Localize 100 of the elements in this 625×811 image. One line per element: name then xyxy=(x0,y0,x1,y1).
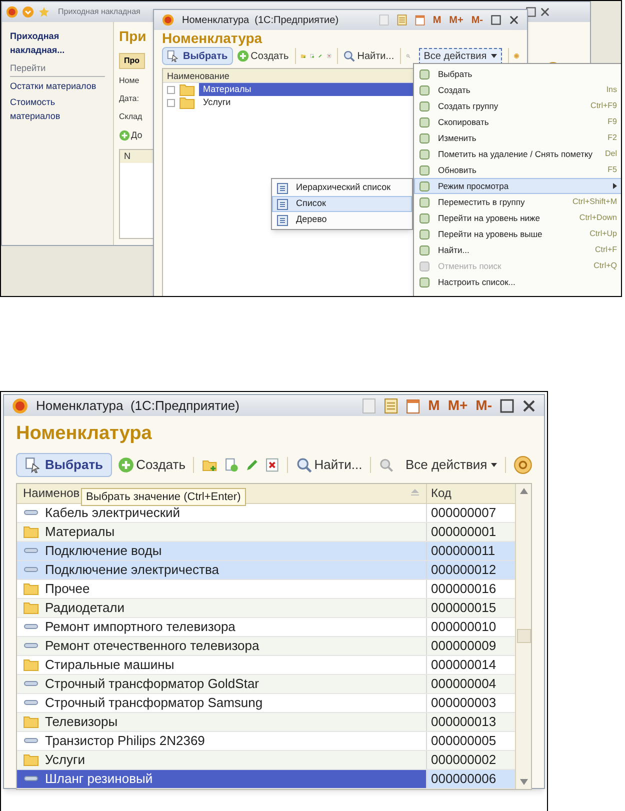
menu-item-icon xyxy=(419,84,430,96)
document-icon[interactable] xyxy=(378,14,389,26)
document-icon[interactable] xyxy=(362,398,376,414)
menu-item-icon xyxy=(419,68,430,80)
scrollbar[interactable] xyxy=(515,484,531,788)
memory-button[interactable]: M+ xyxy=(449,12,464,28)
star-icon[interactable] xyxy=(38,6,50,18)
plus-icon xyxy=(236,50,249,62)
table-row[interactable]: Материалы xyxy=(17,522,427,540)
submenu-item[interactable]: Иерархический список xyxy=(272,180,412,196)
calendar-icon[interactable] xyxy=(414,14,425,26)
table-cell: 000000015 xyxy=(427,598,515,616)
menu-item[interactable]: Обновить F5 xyxy=(414,162,621,178)
table-row[interactable]: Телевизоры xyxy=(17,712,427,730)
menu-item[interactable]: Пометить на удаление / Снять пометку Del xyxy=(414,146,621,162)
find-button[interactable]: Найти... xyxy=(296,454,362,474)
search-icon xyxy=(343,50,356,62)
list-icon xyxy=(277,214,288,226)
sidebar-link[interactable]: Остатки материалов xyxy=(10,80,105,93)
close-icon[interactable] xyxy=(540,7,550,17)
post-button[interactable]: Про xyxy=(119,53,145,69)
app-logo-icon xyxy=(6,6,18,18)
select-icon xyxy=(167,50,179,62)
memory-button[interactable]: M- xyxy=(471,12,483,28)
submenu-item[interactable]: Список xyxy=(272,196,412,212)
create-button[interactable]: Создать xyxy=(118,454,186,474)
menu-item-icon xyxy=(419,212,430,224)
find-button[interactable]: Найти... xyxy=(343,48,394,64)
item-icon xyxy=(24,700,38,705)
folder-icon xyxy=(23,525,39,538)
column-header[interactable]: Код xyxy=(427,484,515,502)
add-button[interactable]: До xyxy=(119,129,142,142)
form-heading: Номенклатура xyxy=(15,422,153,446)
menu-item[interactable]: Изменить F2 xyxy=(414,130,621,146)
menu-item[interactable]: Переместить в группу Ctrl+Shift+M xyxy=(414,194,621,210)
submenu-item[interactable]: Дерево xyxy=(272,212,412,228)
window-title: Номенклатура (1С:Предприятие) xyxy=(36,396,240,415)
menu-item[interactable]: Перейти на уровень выше Ctrl+Up xyxy=(414,226,621,242)
table-cell: 000000002 xyxy=(427,750,515,768)
table-row[interactable]: Подключение электричества xyxy=(17,560,427,578)
close-icon[interactable] xyxy=(522,398,536,412)
field-label: Дата: xyxy=(119,93,139,105)
folder-icon xyxy=(23,582,39,595)
all-actions-button[interactable]: Все действия xyxy=(418,48,502,64)
folder-icon xyxy=(23,658,39,671)
menu-item-icon xyxy=(419,100,430,112)
plus-icon xyxy=(118,456,134,472)
folder-icon xyxy=(179,96,195,109)
menu-item-icon xyxy=(419,260,430,272)
sidebar-link[interactable]: Стоимость материалов xyxy=(10,96,105,123)
table-row[interactable]: Подключение воды xyxy=(17,542,427,560)
table-cell: 000000006 xyxy=(427,770,515,788)
submenu-arrow-icon xyxy=(613,183,617,189)
all-actions-button[interactable]: Все действия xyxy=(405,454,498,474)
maximize-icon[interactable] xyxy=(500,398,514,412)
memory-button[interactable]: M xyxy=(432,12,442,28)
window-title: Номенклатура (1С:Предприятие) xyxy=(182,14,339,28)
item-icon xyxy=(24,548,38,553)
item-icon xyxy=(24,510,38,515)
memory-button[interactable]: M+ xyxy=(448,395,468,416)
table-row[interactable]: Строчный трансформатор GoldStar xyxy=(17,674,427,692)
menu-item[interactable]: Найти... Ctrl+F xyxy=(414,242,621,258)
app-logo-icon xyxy=(12,398,28,414)
table-row[interactable]: Шланг резиновый xyxy=(17,770,427,788)
table-row[interactable]: Ремонт отечественного телевизора xyxy=(17,636,427,654)
item-icon xyxy=(24,776,38,781)
delete-mark-icon[interactable] xyxy=(265,456,280,472)
select-button[interactable]: Выбрать xyxy=(16,452,112,476)
copy-icon[interactable] xyxy=(224,456,239,472)
menu-item[interactable]: Настроить список... xyxy=(414,274,621,290)
menu-item[interactable]: Перейти на уровень ниже Ctrl+Down xyxy=(414,210,621,226)
window-title: Приходная накладная xyxy=(58,6,140,18)
menu-item[interactable]: Скопировать F9 xyxy=(414,114,621,130)
memory-button[interactable]: M- xyxy=(476,395,492,416)
table-cell: 000000001 xyxy=(427,522,515,540)
calendar-icon[interactable] xyxy=(406,398,420,414)
close-icon[interactable] xyxy=(509,15,519,25)
calculator-icon[interactable] xyxy=(396,14,407,26)
sidebar-section: Перейти xyxy=(10,62,105,76)
field-label: Номе xyxy=(119,75,140,87)
select-button[interactable]: Выбрать xyxy=(162,47,233,65)
help-icon[interactable] xyxy=(514,454,532,474)
table-row[interactable]: Радиодетали xyxy=(17,598,427,616)
menu-item[interactable]: Создать группу Ctrl+F9 xyxy=(414,98,621,114)
menu-item[interactable]: Режим просмотра xyxy=(414,178,621,194)
memory-button[interactable]: M xyxy=(428,395,440,416)
maximize-icon[interactable] xyxy=(491,15,501,25)
cancel-search-icon xyxy=(379,456,394,472)
table-row[interactable]: Услуги xyxy=(17,750,427,768)
item-icon xyxy=(24,738,38,743)
calculator-icon[interactable] xyxy=(384,398,398,414)
select-icon xyxy=(25,456,41,472)
item-icon xyxy=(24,643,38,648)
create-button[interactable]: Создать xyxy=(236,48,289,64)
item-icon xyxy=(24,624,38,629)
column-header[interactable]: Наименов xyxy=(23,484,80,502)
menu-icon[interactable] xyxy=(22,6,34,18)
search-icon xyxy=(296,456,312,472)
table-cell: 000000004 xyxy=(427,674,515,692)
form-heading: Номенклатура xyxy=(161,30,264,47)
